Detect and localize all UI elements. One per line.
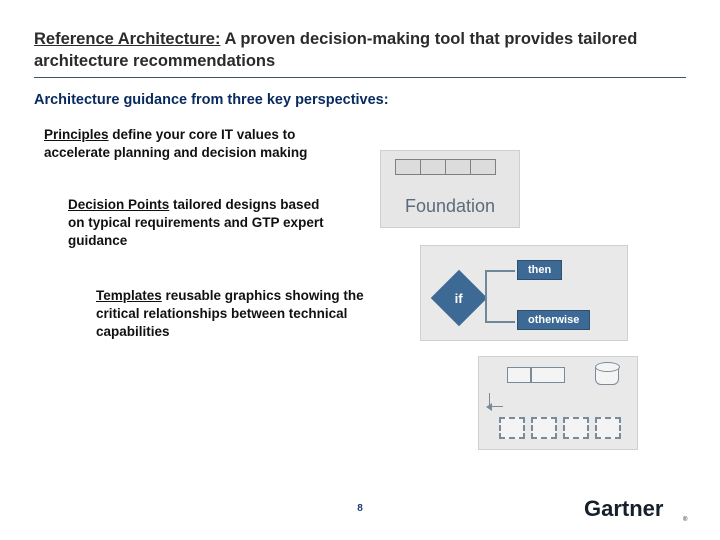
arrow-icon [489, 393, 503, 407]
then-tag: then [517, 260, 562, 280]
title-underline: Reference Architecture: [34, 30, 220, 48]
foundation-label: Foundation [381, 196, 519, 217]
foundation-graphic: Foundation [380, 150, 520, 228]
connector-line [485, 270, 515, 272]
foundation-cell [420, 159, 446, 175]
foundation-cell [470, 159, 496, 175]
foundation-cell [395, 159, 421, 175]
templates-text: Templates reusable graphics showing the … [96, 287, 396, 342]
subtitle: Architecture guidance from three key per… [34, 92, 686, 108]
if-diamond-icon: if [431, 270, 488, 327]
foundation-cell [445, 159, 471, 175]
decision-graphic: if then otherwise [420, 245, 628, 341]
templates-graphic [478, 356, 638, 450]
foundation-cells [395, 159, 495, 175]
template-box-icon [563, 417, 589, 439]
gartner-logo: Gartner ® [584, 496, 694, 524]
otherwise-tag: otherwise [517, 310, 590, 330]
svg-text:®: ® [683, 516, 688, 523]
connector-line [485, 270, 487, 322]
template-box-icon [531, 417, 557, 439]
template-boxes [499, 417, 621, 439]
decision-heading: Decision Points [68, 197, 169, 212]
template-box-icon [595, 417, 621, 439]
slide-title: Reference Architecture: A proven decisio… [34, 28, 686, 78]
principles-text: Principles define your core IT values to… [44, 126, 314, 162]
template-box-icon [499, 417, 525, 439]
connector-line [485, 321, 515, 323]
database-icon [595, 365, 619, 385]
principles-heading: Principles [44, 127, 109, 142]
if-label: if [455, 290, 463, 305]
brand-text: Gartner [584, 496, 664, 521]
template-bar-icon [507, 367, 565, 383]
templates-heading: Templates [96, 288, 162, 303]
decision-points-text: Decision Points tailored designs based o… [68, 196, 338, 251]
